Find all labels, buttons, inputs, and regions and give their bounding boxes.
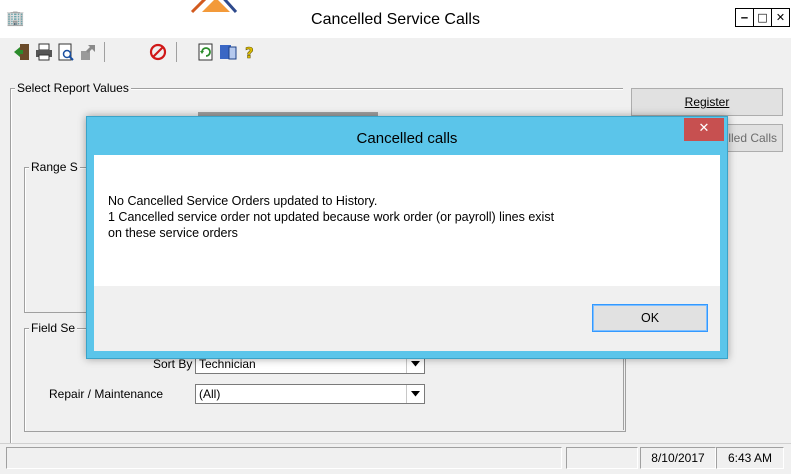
ok-button[interactable]: OK bbox=[592, 304, 708, 332]
repair-maintenance-label: Repair / Maintenance bbox=[49, 387, 164, 401]
cancel-icon[interactable] bbox=[148, 42, 168, 62]
cancelled-calls-dialog: Cancelled calls ✕ No Cancelled Service O… bbox=[86, 116, 728, 359]
chevron-down-icon[interactable] bbox=[406, 385, 424, 403]
range-group: Range S bbox=[24, 160, 89, 313]
refresh-icon[interactable] bbox=[196, 42, 216, 62]
close-icon[interactable]: ✕ bbox=[771, 8, 790, 27]
status-time: 6:43 AM bbox=[716, 447, 784, 469]
dialog-footer: OK bbox=[94, 286, 720, 351]
maximize-icon[interactable]: □ bbox=[753, 8, 772, 27]
toolbar-separator bbox=[104, 42, 105, 62]
window-title: Cancelled Service Calls bbox=[311, 11, 480, 28]
svg-text:?: ? bbox=[245, 44, 254, 61]
register-button-label: Register bbox=[684, 95, 730, 109]
register-button[interactable]: Register bbox=[631, 88, 783, 116]
print-preview-icon[interactable] bbox=[56, 42, 76, 62]
toolbar-separator bbox=[176, 42, 177, 62]
select-report-values-legend: Select Report Values bbox=[15, 81, 131, 95]
sort-by-label: Sort By bbox=[153, 357, 193, 371]
minimize-icon[interactable]: ‒ bbox=[735, 8, 754, 27]
close-icon[interactable]: ✕ bbox=[684, 118, 724, 141]
exit-door-icon[interactable] bbox=[12, 42, 32, 62]
toolbar: ? bbox=[0, 38, 791, 68]
sort-by-value: Technician bbox=[199, 357, 256, 371]
repair-maintenance-value: (All) bbox=[199, 387, 221, 401]
data-icon[interactable] bbox=[218, 42, 238, 62]
cancelled-calls-button-label: lled Calls bbox=[728, 131, 777, 145]
title-bar[interactable]: 🏢 Cancelled Service Calls ‒ □ ✕ bbox=[0, 0, 791, 39]
repair-maintenance-select[interactable]: (All) bbox=[195, 384, 425, 404]
status-panel-main bbox=[6, 447, 562, 469]
status-date: 8/10/2017 bbox=[640, 447, 716, 469]
export-icon[interactable] bbox=[78, 42, 98, 62]
print-icon[interactable] bbox=[34, 42, 54, 62]
dialog-message: No Cancelled Service Orders updated to H… bbox=[108, 194, 555, 240]
dialog-body: No Cancelled Service Orders updated to H… bbox=[94, 155, 720, 286]
status-panel-blank bbox=[566, 447, 638, 469]
field-selection-legend: Field Se bbox=[29, 321, 78, 335]
dialog-title: Cancelled calls bbox=[356, 130, 458, 147]
help-icon[interactable]: ? bbox=[240, 42, 260, 62]
status-bar: 8/10/2017 6:43 AM bbox=[0, 443, 791, 474]
range-legend: Range S bbox=[29, 160, 80, 174]
